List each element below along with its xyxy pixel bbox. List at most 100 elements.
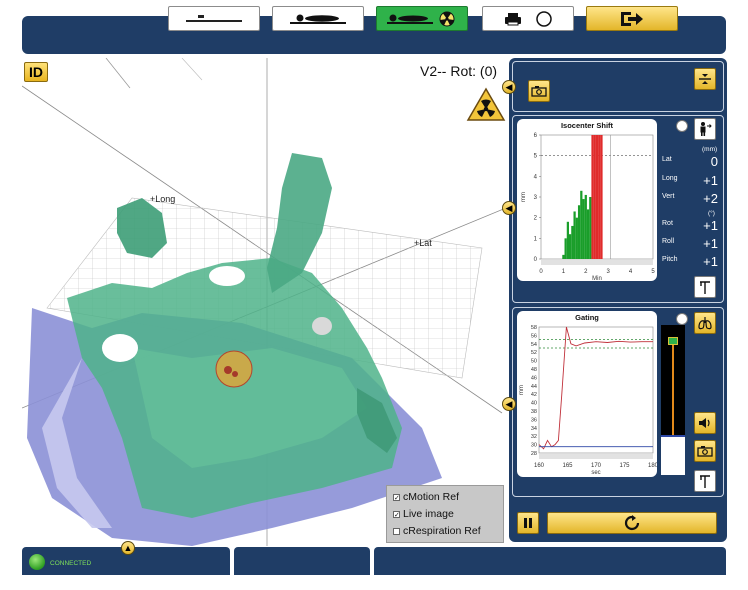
bar-series-0 [571,225,574,259]
id-badge[interactable]: ID [24,62,48,82]
bar-series-0 [586,209,590,259]
bar-series-0 [582,199,585,259]
crespiration-checkbox[interactable] [393,527,400,535]
y-axis-label: mm [519,385,525,395]
x-tick-label: 4 [629,269,633,275]
iso-units-mm: (mm) [702,146,718,153]
x-tick-label: 5 [651,269,655,275]
camera-icon [697,446,713,457]
y-tick-label: 38 [531,409,537,415]
x-tick-label: 180 [648,463,657,469]
bar-series-1 [595,135,599,259]
gating-chart-svg: 28 30 32 34 36 38 40 42 44 46 48 50 52 54 56 58 160 165 17… [519,325,657,476]
y-tick-label: 5 [534,154,538,160]
gating-couch-button[interactable] [694,470,716,492]
collapse-arrow-3[interactable]: ◀ [502,397,516,411]
gating-snapshot-button[interactable] [694,440,716,462]
cmotion-checkbox[interactable]: ✓ [393,493,400,502]
compress-icon [699,74,711,84]
y-tick-label: 30 [531,443,537,449]
legend-item-cmotion[interactable]: ✓ cMotion Ref [393,491,459,503]
iso-label-pitch: Pitch [662,256,678,263]
y-tick-label: 34 [531,426,537,432]
gating-chart: Gating 28 30 32 34 36 38 40 42 44 46 48 50 52 54 56 58 1… [517,311,657,477]
axis-lat-label: +Lat [414,238,432,248]
isocenter-chart-title: Isocenter Shift [560,121,614,130]
y-tick-label: 58 [531,325,537,331]
x-tick-label: 160 [534,463,545,469]
surface-render [22,58,506,546]
isocenter-chart-svg: 0 1 2 3 4 5 6 0 1 2 3 4 5 Min mm [521,133,655,281]
iso-label-lat: Lat [662,156,672,163]
bar-series-1 [591,135,594,259]
time-strip [539,454,653,459]
gating-radio[interactable] [676,313,688,325]
y-tick-label: 46 [531,375,537,381]
compress-view-button[interactable] [694,68,716,90]
iso-label-rot: Rot [662,220,673,227]
reset-button[interactable] [547,512,717,534]
live-image-checkbox[interactable]: ✓ [393,510,400,519]
gating-level-fill [661,435,685,475]
y-tick-label: 54 [531,342,537,348]
arrow-left-icon: ◀ [505,202,513,213]
iso-label-vert: Vert [662,193,675,200]
iso-value-rot: +1 [703,218,718,233]
expand-arrow-up[interactable]: ▲ [121,541,135,555]
lungs-icon [698,317,712,330]
exit-icon [621,11,643,26]
bar-series-0 [580,190,583,259]
y-tick-label: 1 [534,236,538,242]
arrow-left-icon: ◀ [505,398,513,409]
bar-series-1 [598,135,601,259]
collapse-arrow-2[interactable]: ◀ [502,201,516,215]
legend-item-crespiration[interactable]: cRespiration Ref [393,525,481,537]
print-button[interactable] [482,6,574,31]
x-tick-label: 3 [607,269,611,275]
y-tick-label: 36 [531,417,537,423]
isocenter-patient-button[interactable] [694,118,716,140]
y-tick-label: 52 [531,350,537,356]
isocenter-radio[interactable] [676,120,688,132]
pause-icon [524,518,532,528]
connection-status-icon [29,554,45,570]
x-tick-label: 1 [562,269,566,275]
collapse-arrow-1[interactable]: ◀ [502,80,516,94]
bar-series-0 [564,238,567,259]
couch-view-button[interactable] [168,6,260,31]
snapshot-button[interactable] [528,80,550,102]
surface-3d-view[interactable]: +Long +Lat [22,58,506,546]
patient-lying-icon [290,14,346,24]
bar-series-0 [589,197,592,259]
y-axis-label: mm [521,192,527,202]
audio-button[interactable] [694,412,716,434]
treatment-view-button[interactable] [376,6,468,31]
y-tick-label: 42 [531,392,537,398]
lungs-button[interactable] [694,312,716,334]
patient-setup-button[interactable] [272,6,364,31]
gating-chart-title: Gating [575,313,599,322]
time-strip [541,260,653,265]
gating-level-indicator [661,325,685,475]
bar-series-0 [566,221,569,259]
x-tick-label: 165 [562,463,573,469]
y-tick-label: 44 [531,384,537,390]
bar-series-0 [577,205,581,259]
legend-item-live-image[interactable]: ✓ Live image [393,508,454,520]
y-tick-label: 0 [534,257,538,263]
y-tick-label: 56 [531,333,537,339]
gating-level-line [672,343,674,435]
x-tick-label: 170 [591,463,602,469]
status-panel-middle [234,547,370,575]
status-panel-right [374,547,726,575]
connection-status-label: CONNECTED [50,560,92,567]
x-tick-label: 2 [584,269,588,275]
pause-button[interactable] [517,512,539,534]
radiation-warning-icon[interactable] [466,87,506,128]
patient-shift-icon [700,122,712,136]
x-tick-label: 0 [539,269,543,275]
exit-button[interactable] [586,6,678,31]
isocenter-couch-button[interactable] [694,276,716,298]
bar-series-1 [593,135,596,259]
refresh-icon [624,515,640,531]
